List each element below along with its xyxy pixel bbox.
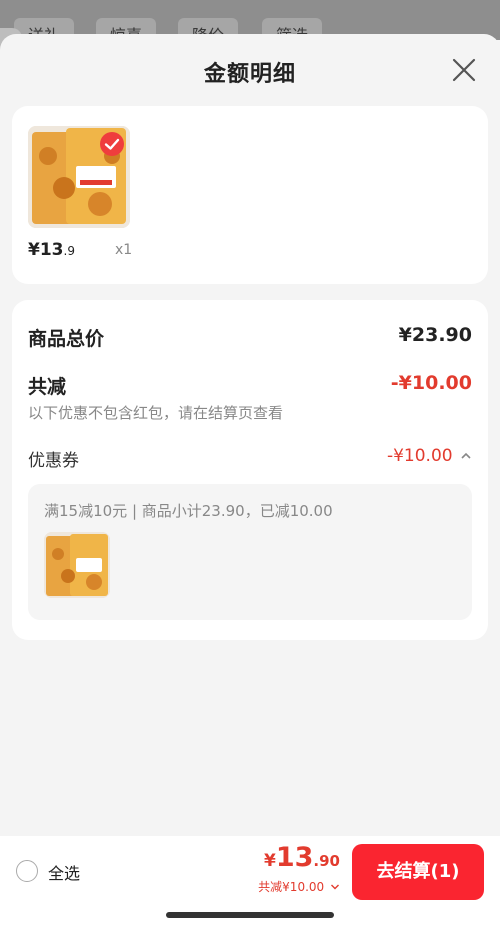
amount-detail-sheet: 金额明细 ¥13.9 x1 商品总价 ¥23.90 共减 -¥10.00 以下优… xyxy=(0,34,500,928)
checkout-button[interactable]: 去结算(1) xyxy=(352,844,484,900)
select-all-radio[interactable] xyxy=(16,860,38,882)
total-price-value: ¥23.90 xyxy=(398,324,472,346)
product-price: ¥13.9 xyxy=(28,240,75,260)
coupon-value: -¥10.00 xyxy=(386,446,453,466)
payable-total: ¥13.90 xyxy=(264,842,340,873)
product-price-dec: .9 xyxy=(63,244,75,258)
product-quantity: x1 xyxy=(115,242,133,258)
saved-amount-toggle[interactable]: 共减¥10.00 xyxy=(258,878,340,895)
coupon-toggle[interactable]: -¥10.00 xyxy=(387,446,472,466)
price-summary-card: 商品总价 ¥23.90 共减 -¥10.00 以下优惠不包含红包，请在结算页查看… xyxy=(12,300,488,640)
total-int: 13 xyxy=(275,842,314,873)
discount-label: 共减 xyxy=(28,376,67,398)
chevron-up-icon xyxy=(461,452,471,459)
select-all-label[interactable]: 全选 xyxy=(48,860,80,884)
product-price-int: ¥13 xyxy=(28,240,64,260)
home-indicator xyxy=(166,912,334,918)
product-card: ¥13.9 x1 xyxy=(12,106,488,284)
total-price-label: 商品总价 xyxy=(28,328,105,350)
chevron-down-icon xyxy=(331,884,339,890)
checked-icon xyxy=(100,132,124,156)
coupon-label: 优惠券 xyxy=(28,451,79,471)
sheet-title: 金额明细 xyxy=(203,62,296,87)
coupon-detail: 满15减10元 | 商品小计23.90，已减10.00 xyxy=(44,502,333,520)
saved-amount: 共减¥10.00 xyxy=(258,880,325,894)
close-icon[interactable] xyxy=(450,56,478,84)
currency-symbol: ¥ xyxy=(264,851,276,871)
discount-note: 以下优惠不包含红包，请在结算页查看 xyxy=(28,404,284,422)
checkout-bar: 全选 ¥13.90 共减¥10.00 去结算(1) xyxy=(0,836,500,928)
coupon-detail-box: 满15减10元 | 商品小计23.90，已减10.00 xyxy=(28,484,472,620)
product-image[interactable] xyxy=(28,126,130,228)
coupon-product-image xyxy=(44,532,110,598)
total-dec: .90 xyxy=(313,852,340,870)
discount-value: -¥10.00 xyxy=(390,372,472,394)
